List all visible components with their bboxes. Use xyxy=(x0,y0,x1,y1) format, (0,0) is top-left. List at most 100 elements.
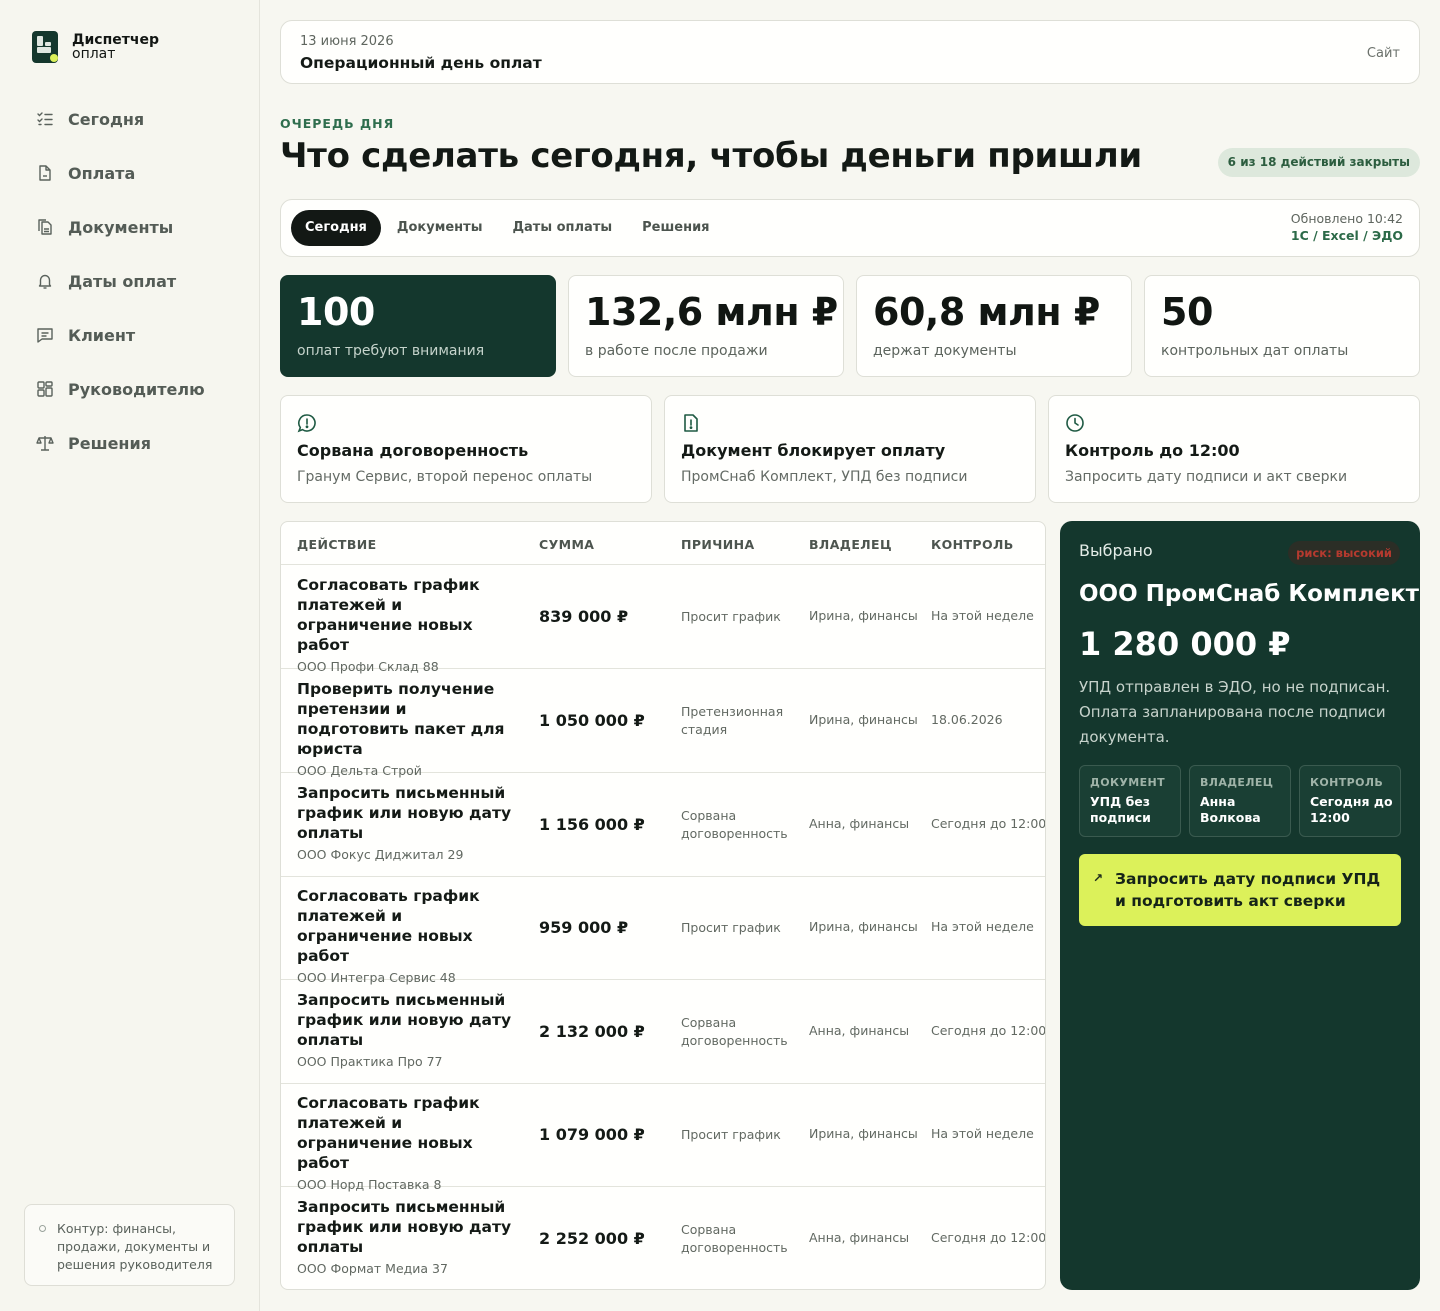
kpi-value: 50 xyxy=(1161,290,1213,334)
tab-today[interactable]: Сегодня xyxy=(291,210,381,246)
column-header-action[interactable]: ДЕЙСТВИЕ xyxy=(297,537,377,552)
arrow-up-right-icon: ↗ xyxy=(1093,871,1104,885)
section-eyebrow: ОЧЕРЕДЬ ДНЯ xyxy=(280,116,395,131)
bell-icon xyxy=(38,274,52,289)
scope-note-text: Контур: финансы, продажи, документы и ре… xyxy=(57,1221,213,1272)
alert-title: Документ блокирует оплату xyxy=(681,441,946,460)
fact-label: КОНТРОЛЬ xyxy=(1310,776,1384,789)
row-control: На этой неделе xyxy=(931,919,1034,934)
sidebar-item-label: Сегодня xyxy=(68,109,145,129)
fact-value: Сегодня до 12:00 xyxy=(1310,794,1393,825)
row-action: Согласовать график платежей и ограничени… xyxy=(297,887,480,965)
kpi-card-documents[interactable]: 60,8 млн ₽ держат документы xyxy=(856,275,1132,377)
row-sum: 839 000 ₽ xyxy=(539,607,629,626)
alert-description: Запросить дату подписи и акт сверки xyxy=(1065,469,1348,485)
table-row[interactable]: Согласовать график платежей и ограничени… xyxy=(281,876,1045,985)
kpi-card-attention[interactable]: 100 оплат требуют внимания xyxy=(280,275,556,377)
selected-facts: ДОКУМЕНТ УПД без подписи ВЛАДЕЛЕЦ Анна В… xyxy=(1079,765,1401,837)
kpi-label: оплат требуют внимания xyxy=(297,343,485,359)
alert-description: Гранум Сервис, второй перенос оплаты xyxy=(297,469,593,485)
table-row[interactable]: Запросить письменный график или новую да… xyxy=(281,980,1045,1084)
bullet-icon xyxy=(39,1225,46,1232)
alerts-row: Сорвана договоренность Гранум Сервис, вт… xyxy=(280,395,1420,503)
site-link[interactable]: Сайт xyxy=(1367,46,1400,61)
row-sum: 1 050 000 ₽ xyxy=(539,711,645,730)
kpi-card-in-progress[interactable]: 132,6 млн ₽ в работе после продажи xyxy=(568,275,844,377)
row-sum: 959 000 ₽ xyxy=(539,918,629,937)
topbar-title: Операционный день оплат xyxy=(300,54,542,72)
brand[interactable]: Диспетчер оплат xyxy=(32,30,159,64)
sidebar-item-client[interactable]: Клиент xyxy=(24,308,236,362)
row-reason: Просит график xyxy=(681,609,781,624)
row-sum: 2 252 000 ₽ xyxy=(539,1229,645,1248)
tab-payment-dates[interactable]: Даты оплаты xyxy=(498,210,626,246)
sidebar-item-label: Решения xyxy=(68,433,151,453)
selected-detail-panel: Выбрано риск: высокий ООО ПромСнаб Компл… xyxy=(1060,521,1420,1290)
fact-value: УПД без подписи xyxy=(1090,794,1151,825)
row-company: ООО Фокус Диджитал 29 xyxy=(297,847,464,862)
sidebar-item-label: Даты оплат xyxy=(68,271,177,291)
kpi-card-control-dates[interactable]: 50 контрольных дат оплаты xyxy=(1144,275,1420,377)
table-row[interactable]: Согласовать график платежей и ограничени… xyxy=(281,1083,1045,1192)
document-icon xyxy=(39,165,51,181)
column-header-reason[interactable]: ПРИЧИНА xyxy=(681,537,755,552)
sidebar-item-today[interactable]: Сегодня xyxy=(24,92,236,146)
data-sources: 1С / Excel / ЭДО xyxy=(1290,228,1403,243)
brand-name: Диспетчер xyxy=(72,32,159,48)
table-row[interactable]: Запросить письменный график или новую да… xyxy=(281,773,1045,877)
row-sum: 1 079 000 ₽ xyxy=(539,1125,645,1144)
tab-decisions[interactable]: Решения xyxy=(628,210,723,246)
row-action: Согласовать график платежей и ограничени… xyxy=(297,576,480,654)
sidebar-item-manager[interactable]: Руководителю xyxy=(24,362,236,416)
sidebar-item-label: Документы xyxy=(68,217,174,237)
row-owner: Анна, финансы xyxy=(809,816,910,831)
row-reason: Сорвана договоренность xyxy=(681,1015,788,1048)
row-owner: Ирина, финансы xyxy=(809,919,918,934)
table-row[interactable]: Согласовать график платежей и ограничени… xyxy=(281,565,1045,674)
kpi-label: держат документы xyxy=(873,343,1017,359)
fact-document: ДОКУМЕНТ УПД без подписи xyxy=(1079,765,1181,837)
table-row[interactable]: Запросить письменный график или новую да… xyxy=(281,1187,1046,1289)
tabs-bar: Сегодня Документы Даты оплаты Решения Об… xyxy=(280,199,1420,257)
updated-time: Обновлено 10:42 xyxy=(1290,211,1403,226)
sidebar-item-decisions[interactable]: Решения xyxy=(24,416,236,470)
column-header-control[interactable]: КОНТРОЛЬ xyxy=(931,537,1014,552)
alert-title: Сорвана договоренность xyxy=(297,441,529,460)
column-header-sum[interactable]: СУММА xyxy=(539,537,594,552)
row-control: На этой неделе xyxy=(931,608,1034,623)
row-action: Согласовать график платежей и ограничени… xyxy=(297,1094,480,1172)
sidebar-item-payment-dates[interactable]: Даты оплат xyxy=(24,254,236,308)
row-action: Запросить письменный график или новую да… xyxy=(297,1198,512,1256)
row-control: 18.06.2026 xyxy=(931,712,1003,727)
row-control: Сегодня до 12:00 xyxy=(931,1230,1046,1245)
row-owner: Ирина, финансы xyxy=(809,712,918,727)
alert-card-document-block[interactable]: Документ блокирует оплату ПромСнаб Компл… xyxy=(664,395,1036,503)
table-row[interactable]: Проверить получение претензии и подготов… xyxy=(281,669,1045,778)
table-header: ДЕЙСТВИЕ СУММА ПРИЧИНА ВЛАДЕЛЕЦ КОНТРОЛЬ xyxy=(281,522,1045,565)
dashboard-icon xyxy=(37,381,53,397)
risk-badge: риск: высокий xyxy=(1288,541,1400,565)
fact-value: Анна Волкова xyxy=(1200,794,1261,825)
row-owner: Анна, финансы xyxy=(809,1023,910,1038)
column-header-owner[interactable]: ВЛАДЕЛЕЦ xyxy=(809,537,892,552)
primary-action-button[interactable]: ↗ Запросить дату подписи УПД и подготови… xyxy=(1079,854,1401,926)
kpi-value: 132,6 млн ₽ xyxy=(585,290,838,334)
sidebar-item-documents[interactable]: Документы xyxy=(24,200,236,254)
alert-card-broken-agreement[interactable]: Сорвана договоренность Гранум Сервис, вт… xyxy=(280,395,652,503)
topbar: 13 июня 2026 Операционный день оплат Сай… xyxy=(280,20,1420,84)
scales-icon xyxy=(36,436,54,451)
sidebar-item-label: Оплата xyxy=(68,163,136,183)
row-reason: Просит график xyxy=(681,920,781,935)
tab-documents[interactable]: Документы xyxy=(383,210,497,246)
tab-list: Сегодня Документы Даты оплаты Решения xyxy=(291,210,724,246)
sidebar-item-payment[interactable]: Оплата xyxy=(24,146,236,200)
sync-status: Обновлено 10:42 1С / Excel / ЭДО xyxy=(1291,211,1403,243)
alert-card-deadline[interactable]: Контроль до 12:00 Запросить дату подписи… xyxy=(1048,395,1420,503)
row-action: Запросить письменный график или новую да… xyxy=(297,784,512,842)
topbar-date: 13 июня 2026 xyxy=(300,34,394,49)
sidebar-nav: Сегодня Оплата Документы Даты оплат Клие… xyxy=(24,92,236,470)
sidebar-item-label: Клиент xyxy=(68,325,136,345)
row-owner: Анна, финансы xyxy=(809,1230,910,1245)
sidebar: Диспетчер оплат Сегодня Оплата Документы xyxy=(0,0,260,1311)
kpi-value: 60,8 млн ₽ xyxy=(873,290,1100,334)
